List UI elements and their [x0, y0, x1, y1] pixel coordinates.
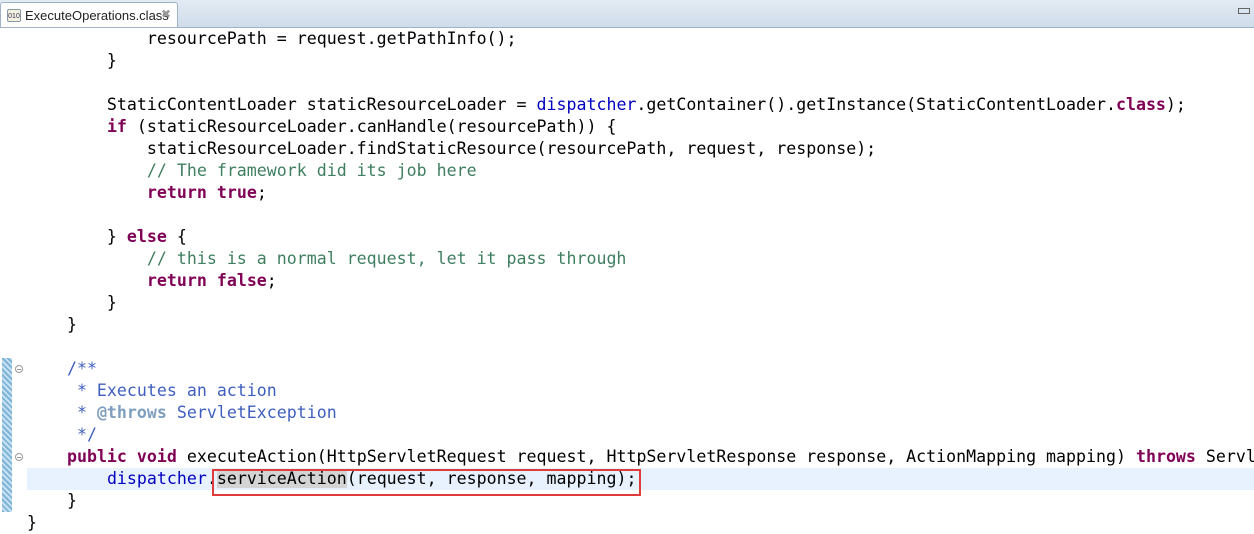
code-line[interactable]: resourcePath = request.getPathInfo(); — [27, 28, 1254, 50]
code-token: ; — [266, 271, 277, 290]
keyword-token: public — [66, 447, 127, 466]
code-line[interactable] — [27, 336, 1254, 358]
code-token: resourcePath = request.getPathInfo(); — [27, 29, 517, 48]
code-line[interactable]: * Executes an action — [27, 380, 1254, 402]
field-token: dispatcher — [536, 95, 637, 114]
close-icon[interactable]: ✖ — [161, 7, 171, 21]
code-line[interactable]: // The framework did its job here — [27, 160, 1254, 182]
keyword-token: return — [146, 183, 207, 202]
editor-tab-bar: 010 ExecuteOperations.class ✖ — [0, 0, 1254, 28]
code-token: } — [27, 227, 127, 246]
comment-token: // The framework did its job here — [146, 161, 477, 180]
javadoc-token: * Executes an action — [27, 381, 277, 400]
code-line[interactable]: staticResourceLoader.findStaticResource(… — [27, 138, 1254, 160]
code-line[interactable]: return true; — [27, 182, 1254, 204]
code-token: } — [27, 293, 117, 312]
code-line[interactable]: } — [27, 314, 1254, 336]
highlight-box — [212, 469, 641, 496]
keyword-token: throws — [1135, 447, 1196, 466]
keyword-token: false — [216, 271, 267, 290]
code-token: (staticResourceLoader.canHandle(resource… — [126, 117, 617, 136]
code-token: } — [27, 491, 77, 510]
field-token: dispatcher — [106, 469, 207, 488]
code-line[interactable]: */ — [27, 424, 1254, 446]
code-token: .getContainer().getInstance(StaticConten… — [636, 95, 1116, 114]
code-line[interactable] — [27, 72, 1254, 94]
code-token: { — [166, 227, 187, 246]
code-line[interactable]: if (staticResourceLoader.canHandle(resou… — [27, 116, 1254, 138]
keyword-token: true — [216, 183, 257, 202]
code-line[interactable]: return false; — [27, 270, 1254, 292]
code-token: ; — [256, 183, 267, 202]
code-token: ); — [1165, 95, 1186, 114]
code-line[interactable]: } — [27, 50, 1254, 72]
javadoc-token: */ — [27, 425, 97, 444]
code-line[interactable]: /** — [27, 358, 1254, 380]
change-ruler-mark — [2, 358, 12, 512]
fold-collapse-icon[interactable]: − — [15, 453, 23, 462]
tab-label: ExecuteOperations.class — [25, 8, 169, 23]
javadoc-token: @throws — [96, 403, 167, 422]
class-file-icon: 010 — [7, 9, 21, 22]
code-token: StaticContentLoader staticResourceLoader… — [27, 95, 537, 114]
code-line[interactable]: StaticContentLoader staticResourceLoader… — [27, 94, 1254, 116]
code-token: executeAction(HttpServletRequest request… — [176, 447, 1136, 466]
code-token: } — [27, 513, 37, 532]
code-line[interactable]: public void executeAction(HttpServletReq… — [27, 446, 1254, 468]
javadoc-token: ServletException — [166, 403, 337, 422]
javadoc-token: * — [27, 403, 97, 422]
code-line[interactable]: } else { — [27, 226, 1254, 248]
javadoc-token: /** — [66, 359, 97, 378]
keyword-token: class — [1115, 95, 1166, 114]
code-line[interactable]: * @throws ServletException — [27, 402, 1254, 424]
keyword-token: void — [136, 447, 177, 466]
comment-token: // this is a normal request, let it pass… — [146, 249, 627, 268]
keyword-token: else — [126, 227, 167, 246]
code-line[interactable]: // this is a normal request, let it pass… — [27, 248, 1254, 270]
code-token: Servl — [1195, 447, 1254, 466]
code-token: } — [27, 51, 117, 70]
keyword-token: if — [106, 117, 127, 136]
code-line[interactable]: } — [27, 292, 1254, 314]
code-line[interactable] — [27, 204, 1254, 226]
code-token: staticResourceLoader.findStaticResource(… — [27, 139, 877, 158]
code-token: } — [27, 315, 77, 334]
minimize-icon[interactable] — [1238, 8, 1250, 14]
fold-collapse-icon[interactable]: − — [15, 365, 23, 374]
keyword-token: return — [146, 271, 207, 290]
tab-execute-operations[interactable]: 010 ExecuteOperations.class ✖ — [0, 2, 178, 27]
